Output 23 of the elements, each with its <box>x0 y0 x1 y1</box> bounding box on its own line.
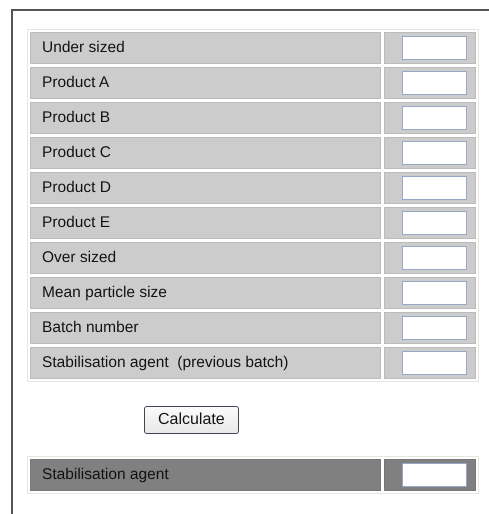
input-field[interactable] <box>402 176 467 200</box>
calculate-button[interactable]: Calculate <box>144 406 239 434</box>
input-field[interactable] <box>402 246 467 270</box>
input-field[interactable] <box>402 351 467 375</box>
input-field[interactable] <box>402 36 467 60</box>
input-field[interactable] <box>402 211 467 235</box>
field-label: Stabilisation agent (previous batch) <box>30 347 381 379</box>
result-label: Stabilisation agent <box>30 459 381 491</box>
field-label: Product C <box>30 137 381 169</box>
input-field[interactable] <box>402 141 467 165</box>
input-field[interactable] <box>402 316 467 340</box>
field-label: Product E <box>30 207 381 239</box>
field-label: Product D <box>30 172 381 204</box>
field-label: Over sized <box>30 242 381 274</box>
field-label: Product B <box>30 102 381 134</box>
input-field[interactable] <box>402 71 467 95</box>
input-field[interactable] <box>402 106 467 130</box>
result-field[interactable] <box>402 463 467 487</box>
field-label: Mean particle size <box>30 277 381 309</box>
field-label: Batch number <box>30 312 381 344</box>
field-label: Under sized <box>30 32 381 64</box>
field-label: Product A <box>30 67 381 99</box>
input-field[interactable] <box>402 281 467 305</box>
